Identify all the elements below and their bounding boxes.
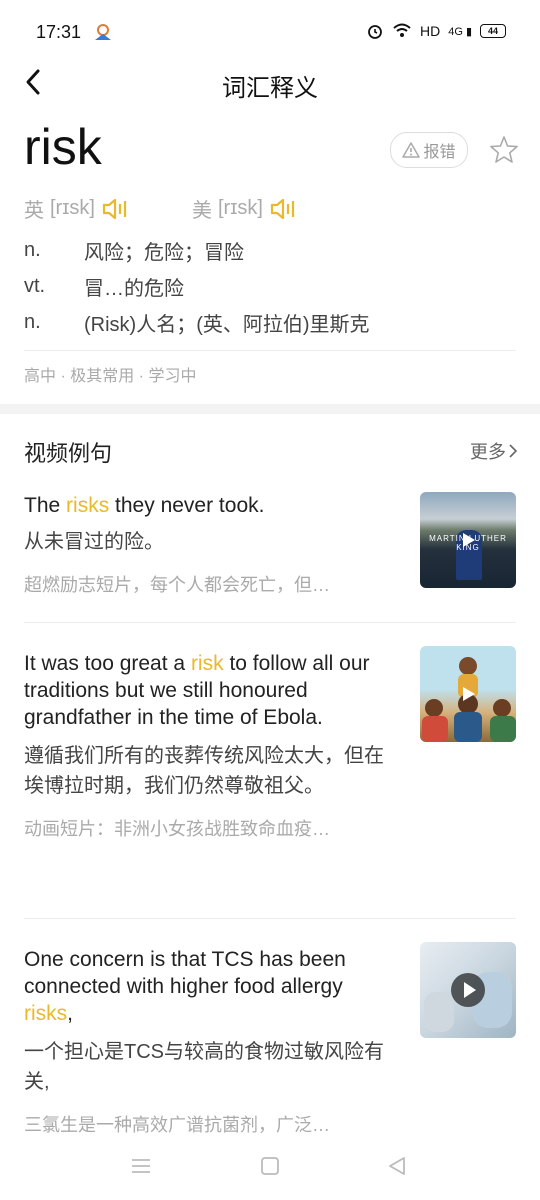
part-of-speech: vt. bbox=[24, 274, 46, 297]
nav-bar: 词汇释义 bbox=[0, 58, 540, 106]
warning-icon bbox=[402, 142, 421, 158]
example-item[interactable]: It was too great a risk to follow all ou… bbox=[24, 646, 516, 841]
section-title: 视频例句 bbox=[24, 441, 113, 466]
star-icon[interactable] bbox=[488, 134, 520, 166]
example-item[interactable]: One concern is that TCS has been connect… bbox=[24, 942, 516, 1137]
example-english: It was too great a risk to follow all ou… bbox=[24, 652, 370, 729]
video-thumbnail[interactable] bbox=[420, 942, 516, 1038]
menu-icon[interactable] bbox=[130, 1156, 152, 1176]
definitions-list: n. 风险；危险；冒险 vt. 冒…的危险 n. (Risk)人名；(英、阿拉伯… bbox=[24, 232, 516, 340]
example-item[interactable]: The risks they never took. 从未冒过的险。 超燃励志短… bbox=[24, 492, 516, 597]
highlighted-word: risk bbox=[190, 652, 224, 675]
signal-label: 4G ▮ bbox=[448, 25, 472, 38]
play-icon bbox=[463, 687, 475, 701]
definition-row: n. (Risk)人名；(英、阿拉伯)里斯克 bbox=[24, 304, 516, 340]
more-label: 更多 bbox=[470, 442, 506, 462]
headword: risk bbox=[24, 119, 102, 175]
home-icon[interactable] bbox=[259, 1156, 281, 1176]
definition-text: 冒…的危险 bbox=[84, 277, 184, 300]
us-ipa: [rɪsk] bbox=[218, 197, 263, 219]
status-time: 17:31 bbox=[36, 22, 82, 42]
speaker-icon[interactable] bbox=[101, 196, 131, 222]
example-chinese: 遵循我们所有的丧葬传统风险太大，但在埃博拉时期，我们仍然尊敬祖父。 bbox=[24, 745, 384, 797]
us-label: 美 bbox=[192, 200, 212, 222]
play-icon bbox=[451, 973, 485, 1007]
divider bbox=[24, 350, 516, 351]
uk-pronunciation[interactable]: 英 [rɪsk] bbox=[24, 194, 131, 223]
back-triangle-icon[interactable] bbox=[386, 1156, 408, 1176]
divider bbox=[24, 918, 516, 919]
app-notification-icon bbox=[95, 24, 111, 40]
wifi-icon bbox=[393, 23, 411, 37]
definition-text: 风险；危险；冒险 bbox=[84, 241, 244, 264]
highlighted-word: risks bbox=[24, 1002, 68, 1025]
part-of-speech: n. bbox=[24, 310, 41, 333]
report-error-button[interactable]: 报错 bbox=[390, 132, 468, 168]
part-of-speech: n. bbox=[24, 238, 41, 261]
example-chinese: 从未冒过的险。 bbox=[24, 531, 164, 553]
example-source: 超燃励志短片，每个人都会死亡，但… bbox=[24, 575, 330, 595]
section-separator bbox=[0, 404, 540, 414]
status-bar: 17:31 HD 4G ▮ 44 bbox=[0, 0, 540, 66]
video-thumbnail[interactable]: MARTIN LUTHER KING bbox=[420, 492, 516, 588]
network-label: HD bbox=[419, 23, 441, 39]
more-button[interactable]: 更多 bbox=[470, 438, 518, 464]
system-nav-bar bbox=[0, 1140, 540, 1200]
report-label: 报错 bbox=[423, 144, 456, 161]
us-pronunciation[interactable]: 美 [rɪsk] bbox=[192, 194, 299, 223]
example-chinese: 一个担心是TCS与较高的食物过敏风险有关, bbox=[24, 1041, 384, 1093]
definition-row: vt. 冒…的危险 bbox=[24, 268, 516, 304]
uk-label: 英 bbox=[24, 200, 44, 222]
example-english: The risks they never took. bbox=[24, 494, 265, 517]
alarm-icon bbox=[368, 25, 382, 39]
definition-text: (Risk)人名；(英、阿拉伯)里斯克 bbox=[84, 313, 370, 336]
battery-icon: 44 bbox=[480, 24, 506, 38]
word-levels: 高中 · 极其常用 · 学习中 bbox=[24, 368, 197, 385]
uk-ipa: [rɪsk] bbox=[50, 197, 95, 219]
divider bbox=[24, 622, 516, 623]
definition-row: n. 风险；危险；冒险 bbox=[24, 232, 516, 268]
speaker-icon[interactable] bbox=[269, 196, 299, 222]
chevron-right-icon bbox=[509, 444, 518, 458]
example-source: 动画短片：非洲小女孩战胜致命血疫… bbox=[24, 819, 330, 839]
status-icons: HD 4G ▮ 44 bbox=[366, 22, 506, 40]
example-english: One concern is that TCS has been connect… bbox=[24, 948, 346, 1025]
example-source: 三氯生是一种高效广谱抗菌剂，广泛… bbox=[24, 1115, 330, 1135]
video-thumbnail[interactable] bbox=[420, 646, 516, 742]
highlighted-word: risks bbox=[66, 494, 110, 517]
page-title: 词汇释义 bbox=[222, 75, 318, 102]
play-icon bbox=[463, 533, 475, 547]
